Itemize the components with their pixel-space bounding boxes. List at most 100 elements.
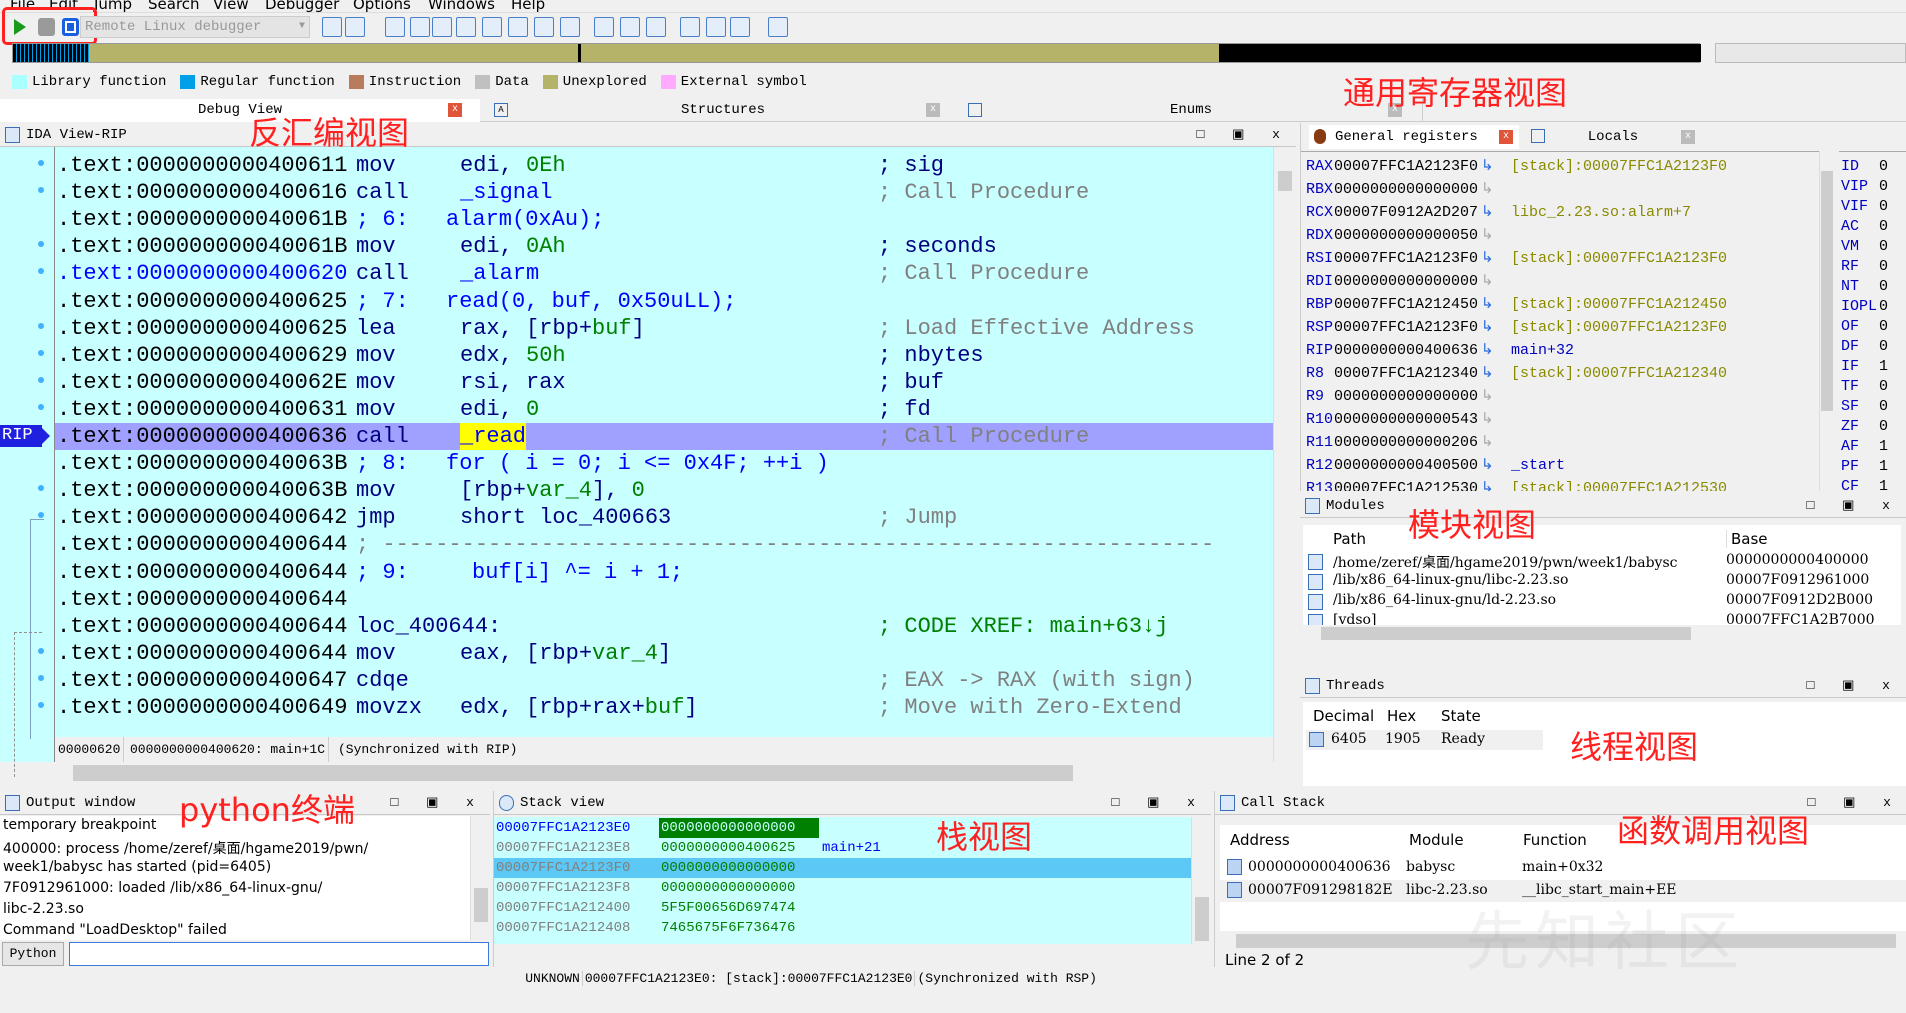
stack-value[interactable]: 0000000000000000 [659, 818, 819, 838]
frame-address[interactable]: 00007F091298182E [1248, 882, 1393, 898]
toolbar-tool-icon[interactable] [680, 17, 700, 37]
pause-icon[interactable] [38, 18, 55, 36]
module-base[interactable]: 00007F0912D2B000 [1726, 592, 1873, 608]
tab-locals[interactable]: Locals x [1523, 125, 1703, 149]
window-buttons[interactable]: □ ▣ x [1112, 791, 1206, 815]
scroll-thumb[interactable] [1821, 171, 1833, 411]
breakpoint-dot-icon[interactable] [38, 187, 44, 194]
toolbar-tool-icon[interactable] [730, 17, 750, 37]
code-line[interactable]: .text:0000000000400644 ; ----------------… [55, 531, 1273, 558]
flag-value[interactable]: 1 [1879, 475, 1888, 491]
register-row[interactable]: RBX 0000000000000000 ↳ [1301, 178, 1819, 201]
close-icon[interactable]: x [1499, 130, 1513, 144]
flags-list[interactable]: ID 0 VIP 0 VIF 0 AC 0 VM 0 RF 0 NT 0 IOPL 0 OF 0 DF 0 IF 1 TF 0… [1839, 151, 1906, 491]
stack-value[interactable]: 0000000000400625 [659, 838, 795, 858]
code-line[interactable]: .text:0000000000400616 call _signal ; Call … [55, 179, 1273, 206]
window-buttons[interactable]: □ ▣ x [1807, 674, 1901, 698]
register-value[interactable]: 0000000000400636 [1334, 339, 1478, 362]
stack-scrollbar[interactable] [1191, 817, 1211, 944]
thread-state[interactable]: Ready [1441, 731, 1485, 747]
column-header[interactable]: State [1441, 707, 1481, 725]
register-value[interactable]: 0000000000400500 [1334, 454, 1478, 477]
breakpoint-dot-icon[interactable] [38, 512, 44, 519]
register-row[interactable]: R11 0000000000000206 ↳ [1301, 431, 1819, 454]
close-icon[interactable]: x [448, 103, 462, 117]
scroll-thumb[interactable] [73, 765, 1073, 781]
module-base[interactable]: 00007F0912961000 [1726, 572, 1869, 588]
jump-arrow-icon[interactable]: ↳ [1481, 224, 1494, 247]
register-target[interactable]: [stack]:00007FFC1A2123F0 [1511, 316, 1727, 339]
code-line[interactable]: .text:0000000000400644 loc_400644: ; CODE … [55, 613, 1273, 640]
ida-horizontal-scrollbar[interactable] [55, 762, 1296, 784]
debugger-select[interactable]: Remote Linux debugger ▼ [80, 16, 310, 38]
code-line[interactable]: .text:0000000000400636 call _read ; Call Pr… [55, 423, 1273, 450]
register-value[interactable]: 00007FFC1A212450 [1334, 293, 1478, 316]
python-button[interactable]: Python [2, 942, 64, 966]
register-row[interactable]: RSP 00007FFC1A2123F0 ↳ [stack]:00007FFC1A21… [1301, 316, 1819, 339]
window-buttons[interactable]: □ ▣ x [391, 791, 485, 815]
jump-arrow-icon[interactable]: ↳ [1481, 477, 1494, 491]
register-target[interactable]: [stack]:00007FFC1A212530 [1511, 477, 1727, 491]
stack-value[interactable]: 0000000000000000 [659, 858, 795, 878]
breakpoint-dot-icon[interactable] [38, 160, 44, 166]
jump-arrow-icon[interactable]: ↳ [1481, 155, 1494, 178]
jump-arrow-icon[interactable]: ↳ [1481, 454, 1494, 477]
disassembly-listing[interactable]: .text:0000000000400611 mov edi, 0Eh; sig .t… [55, 147, 1273, 737]
stack-symbol[interactable]: main+21 [822, 838, 881, 858]
register-value[interactable]: 0000000000000000 [1334, 270, 1478, 293]
column-header[interactable]: Address [1230, 831, 1290, 849]
code-line[interactable]: .text:0000000000400644 ; 9: buf[i] ^= i + … [55, 559, 1273, 586]
close-icon[interactable]: x [926, 103, 940, 117]
jump-arrow-icon[interactable]: ↳ [1481, 201, 1494, 224]
toolbar-tool-icon[interactable] [456, 17, 476, 37]
scroll-thumb[interactable] [1195, 897, 1209, 941]
toolbar-tool-icon[interactable] [768, 17, 788, 37]
thread-decimal[interactable]: 6405 [1331, 731, 1367, 747]
code-line[interactable]: .text:0000000000400625 ; 7: read(0, buf, 0… [55, 288, 1273, 315]
code-line[interactable]: .text:0000000000400642 jmp short loc_40066… [55, 504, 1273, 531]
toolbar-tool-icon[interactable] [594, 17, 614, 37]
register-value[interactable]: 00007FFC1A212530 [1334, 477, 1478, 491]
jump-arrow-icon[interactable]: ↳ [1481, 385, 1494, 408]
breakpoint-dot-icon[interactable] [38, 349, 44, 356]
register-row[interactable]: RDI 0000000000000000 ↳ [1301, 270, 1819, 293]
toolbar-tool-icon[interactable] [322, 17, 342, 37]
code-line[interactable]: .text:0000000000400625 lea rax, [rbp+ buf];… [55, 315, 1273, 342]
register-row[interactable]: RAX 00007FFC1A2123F0 ↳ [stack]:00007FFC1A21… [1301, 155, 1819, 178]
column-header[interactable]: Hex [1387, 707, 1416, 725]
column-header[interactable]: Module [1409, 831, 1464, 849]
ida-vertical-scrollbar[interactable] [1273, 147, 1296, 762]
register-value[interactable]: 0000000000000000 [1334, 385, 1478, 408]
code-line[interactable]: .text:0000000000400644 mov eax, [rbp+ var_4… [55, 640, 1273, 667]
code-line[interactable]: .text:0000000000400644 [55, 586, 1273, 613]
code-line[interactable]: .text:0000000000400611 mov edi, 0Eh ; sig [55, 152, 1273, 179]
thread-hex[interactable]: 1905 [1385, 731, 1421, 747]
code-line[interactable]: .text:000000000040063B mov [rbp+ var_4], 0 [55, 477, 1273, 504]
stop-icon[interactable] [62, 18, 79, 36]
output-log[interactable]: temporary breakpoint 400000: process /hom… [0, 816, 470, 940]
stack-value[interactable]: 7465675F6F736476 [659, 918, 795, 938]
code-line[interactable]: .text:0000000000400629 mov edx, 50h ; nbyte… [55, 342, 1273, 369]
tab-general-registers[interactable]: General registers x [1309, 125, 1519, 149]
register-row[interactable]: RIP 0000000000400636 ↳ main+32 [1301, 339, 1819, 362]
register-target[interactable]: libc_2.23.so:alarm+7 [1511, 201, 1691, 224]
code-line[interactable]: .text:0000000000400620 call _alarm ; Call P… [55, 260, 1273, 287]
window-buttons[interactable]: □ ▣ x [1197, 123, 1291, 147]
code-line[interactable]: .text:000000000040062E mov rsi, rax ; buf [55, 369, 1273, 396]
frame-module[interactable]: babysc [1406, 859, 1455, 875]
stack-list[interactable]: 00007FFC1A2123E0 0000000000000000 00007FFC… [494, 817, 1191, 944]
tab-structures[interactable]: A Structures x [486, 99, 960, 122]
stack-row[interactable]: 00007FFC1A2123E0 0000000000000000 [494, 818, 1191, 838]
column-header[interactable]: Function [1523, 831, 1587, 849]
stack-row[interactable]: 00007FFC1A2123E8 0000000000400625 main+21 [494, 838, 1191, 858]
scroll-thumb[interactable] [474, 888, 488, 922]
register-value[interactable]: 00007FFC1A212340 [1334, 362, 1478, 385]
toolbar-tool-icon[interactable] [508, 17, 528, 37]
register-row[interactable]: R13 00007FFC1A212530 ↳ [stack]:00007FFC1A21… [1301, 477, 1819, 491]
jump-arrow-icon[interactable]: ↳ [1481, 293, 1494, 316]
toolbar-tool-icon[interactable] [432, 17, 452, 37]
register-value[interactable]: 0000000000000000 [1334, 178, 1478, 201]
stack-row[interactable]: 00007FFC1A2123F8 0000000000000000 [494, 878, 1191, 898]
register-target[interactable]: [stack]:00007FFC1A212450 [1511, 293, 1727, 316]
jump-arrow-icon[interactable]: ↳ [1481, 339, 1494, 362]
